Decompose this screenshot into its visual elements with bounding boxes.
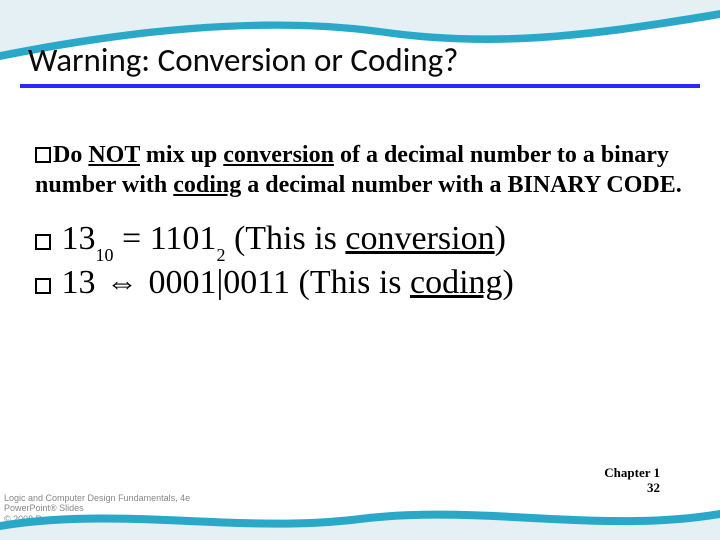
slide-footer: Chapter 1 32 [604,465,660,496]
conversion-example: 1310 = 11012 (This is conversion) [35,218,685,262]
slide-body: Do NOT mix up conversion of a decimal nu… [35,140,685,305]
bullet-box-icon [35,278,51,294]
copyright-block: Logic and Computer Design Fundamentals, … [4,493,190,524]
double-arrow-icon: ⇔ [104,262,140,302]
warning-paragraph: Do NOT mix up conversion of a decimal nu… [35,140,685,200]
bullet-box-icon [35,147,51,163]
page-number: 32 [604,480,660,496]
slide-title: Warning: Conversion or Coding? [28,40,458,80]
bullet-box-icon [35,234,51,250]
chapter-label: Chapter 1 [604,465,660,481]
title-underline [20,84,700,88]
coding-example: 13 ⇔ 0001|0011 (This is coding) [35,262,685,305]
